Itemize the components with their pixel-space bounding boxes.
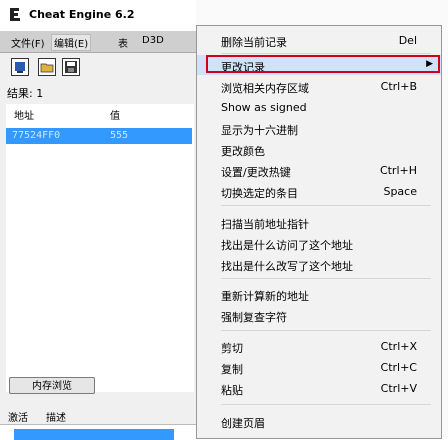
cheat-engine-logo-icon [10, 8, 20, 21]
title-bar: Cheat Engine 6.2 [0, 0, 196, 31]
menu-item-change-color[interactable]: 更改颜色 [197, 139, 441, 159]
menu-item-find-access[interactable]: 找出是什么访问了这个地址 [197, 233, 441, 253]
menu-separator [221, 330, 431, 331]
menu-d3d[interactable]: D3D [142, 35, 164, 46]
menu-separator [221, 205, 431, 206]
menu-item-toggle-selected[interactable]: 切换选定的条目 Space [197, 181, 441, 201]
window-title: Cheat Engine 6.2 [29, 8, 135, 21]
memory-view-button[interactable]: 内存浏览 [9, 377, 95, 394]
menu-item-cut[interactable]: 剪切 Ctrl+X [197, 336, 441, 356]
table-row[interactable] [14, 429, 174, 440]
column-address[interactable]: 地址 [14, 107, 34, 122]
results-count: 结果: 1 [7, 87, 44, 100]
address-list-header: 地址 值 [6, 104, 194, 123]
open-file-icon[interactable] [38, 58, 56, 76]
row-address: 77524FF0 [12, 130, 61, 141]
menu-edit[interactable]: 编辑(E) [51, 34, 92, 51]
menu-item-copy[interactable]: 复制 Ctrl+C [197, 357, 441, 377]
menu-item-browse-memory[interactable]: 浏览相关内存区域 Ctrl+B [197, 76, 441, 96]
column-active[interactable]: 激活 [8, 409, 28, 424]
menu-item-find-write[interactable]: 找出是什么改写了这个地址 [197, 254, 441, 274]
menu-item-show-hex[interactable]: 显示为十六进制 [197, 118, 441, 138]
cheat-table-header: 激活 描述 [0, 406, 196, 424]
menu-item-delete-record[interactable]: 删除当前记录 Del [197, 30, 441, 50]
open-process-icon[interactable] [11, 58, 29, 76]
menu-item-recalculate-address[interactable]: 重新计算新的地址 [197, 284, 441, 304]
menu-separator [221, 404, 431, 405]
menu-item-set-hotkey[interactable]: 设置/更改热键 Ctrl+H [197, 160, 441, 180]
row-value: 555 [110, 130, 129, 141]
context-menu: 删除当前记录 Del 更改记录 ▶ 浏览相关内存区域 Ctrl+B Show a… [196, 25, 442, 439]
menu-file[interactable]: 文件(F) [11, 35, 45, 50]
column-description[interactable]: 描述 [46, 409, 66, 424]
menu-separator [221, 53, 431, 54]
menu-item-force-recheck[interactable]: 强制复查字符 [197, 305, 441, 325]
menu-bar: 文件(F) 编辑(E) 表 D3D [0, 31, 196, 53]
save-icon[interactable] [62, 58, 80, 76]
menu-item-pointer-scan[interactable]: 扫描当前地址指针 [197, 212, 441, 232]
toolbar [0, 53, 196, 81]
menu-item-show-signed[interactable]: Show as signed [197, 97, 441, 117]
menu-separator [221, 278, 431, 279]
menu-item-create-header[interactable]: 创建页眉 [197, 411, 441, 431]
cheat-engine-window: Cheat Engine 6.2 文件(F) 编辑(E) 表 D3D 结果: 1… [0, 0, 196, 440]
menu-item-paste[interactable]: 粘贴 Ctrl+V [197, 378, 441, 398]
menu-table[interactable]: 表 [118, 35, 128, 50]
cheat-table[interactable] [0, 424, 196, 440]
highlight-box [206, 55, 440, 73]
column-value[interactable]: 值 [110, 107, 120, 122]
table-row[interactable]: 77524FF0 555 [6, 128, 192, 144]
found-address-list[interactable]: 77524FF0 555 [6, 122, 194, 392]
